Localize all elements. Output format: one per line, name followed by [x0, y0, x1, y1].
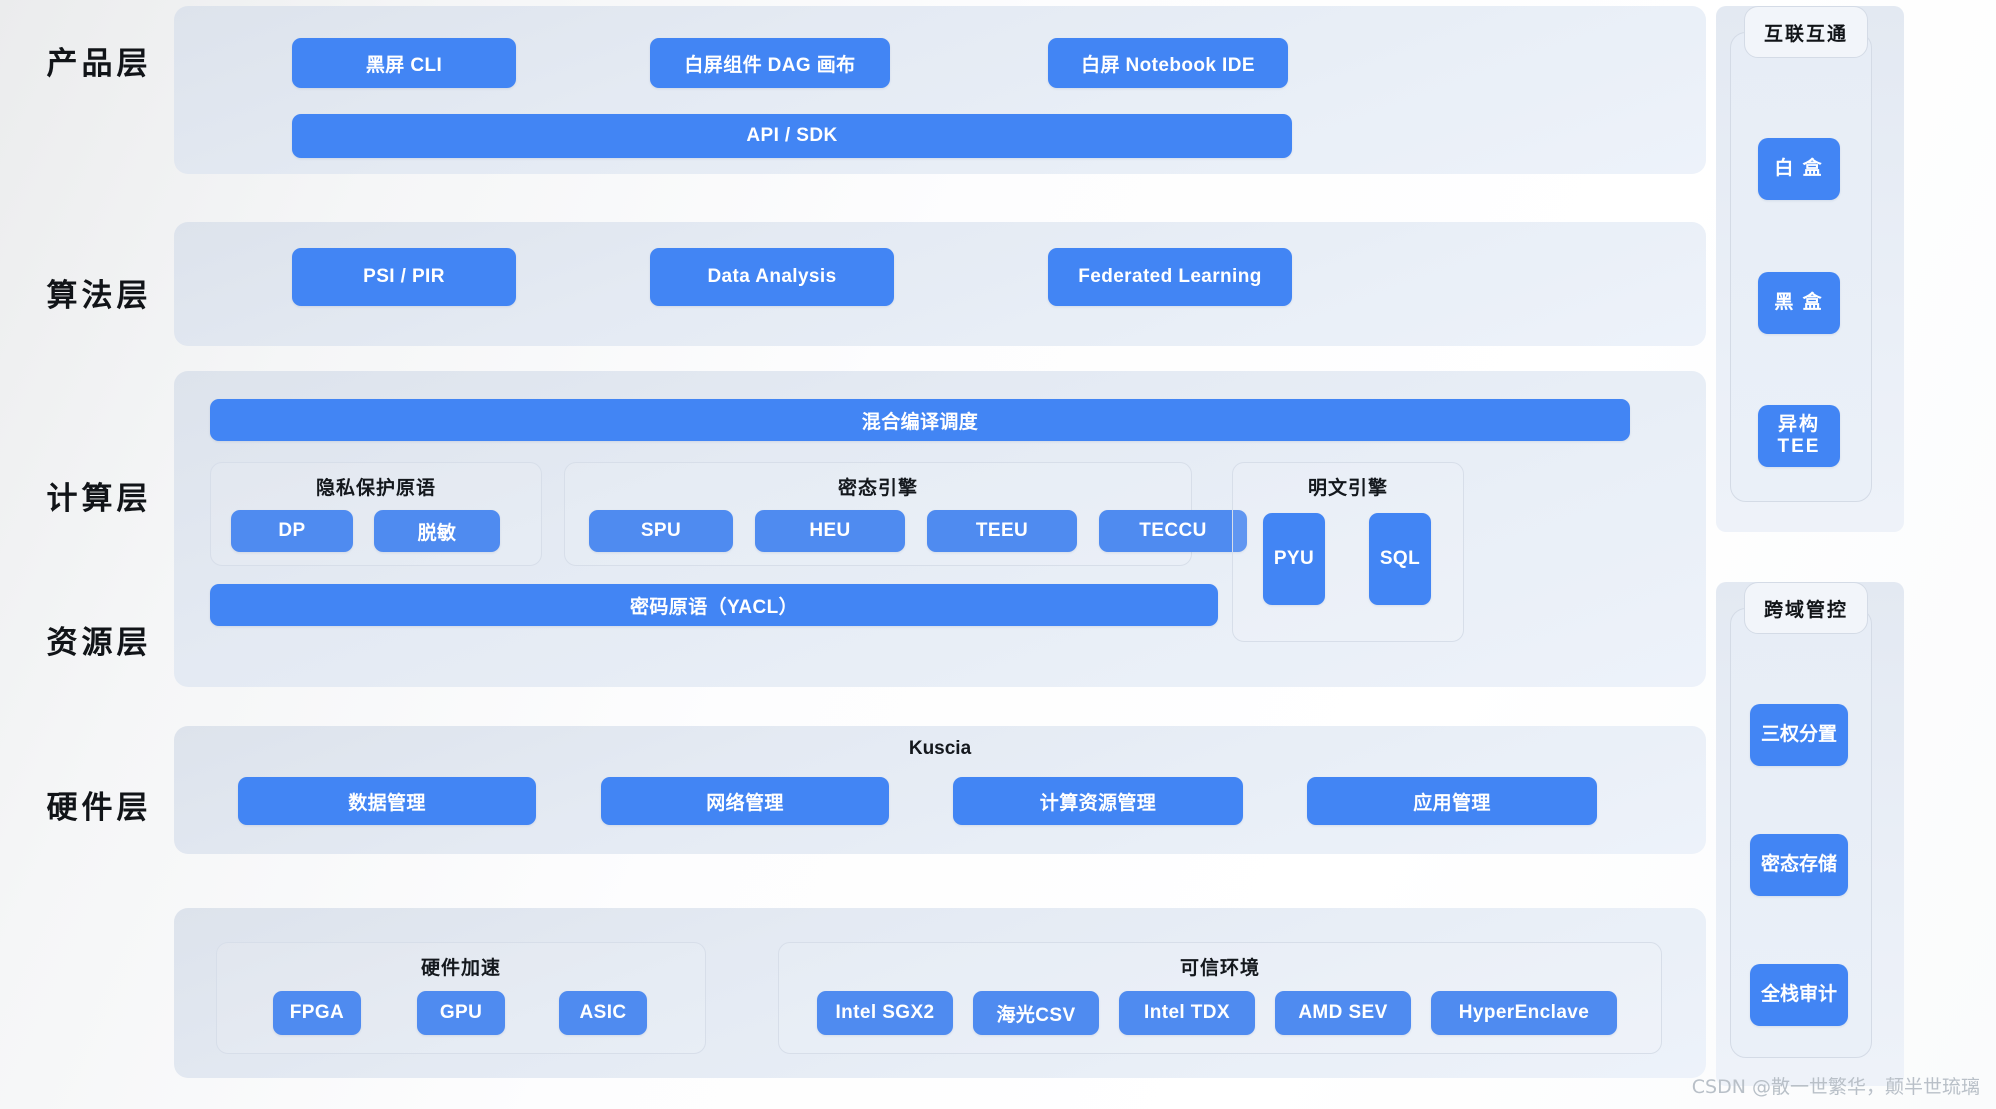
- compute-button-heu[interactable]: HEU: [755, 510, 905, 552]
- hardware-button-hygon-csv[interactable]: 海光CSV: [973, 991, 1099, 1035]
- resource-button-data-management[interactable]: 数据管理: [238, 777, 536, 825]
- compute-button-pyu[interactable]: PYU: [1263, 513, 1325, 605]
- layer-panel-compute: 混合编译调度 隐私保护原语 DP 脱敏 密态引擎 SPU HEU TEEU TE…: [174, 371, 1706, 687]
- hardware-button-amd-sev[interactable]: AMD SEV: [1275, 991, 1411, 1035]
- algorithm-button-psi-pir[interactable]: PSI / PIR: [292, 248, 516, 306]
- resource-button-compute-resource-management[interactable]: 计算资源管理: [953, 777, 1243, 825]
- side-panel-title-interop: 互联互通: [1744, 6, 1868, 58]
- hardware-button-intel-sgx2[interactable]: Intel SGX2: [817, 991, 953, 1035]
- compute-button-spu[interactable]: SPU: [589, 510, 733, 552]
- compute-group-privacy-primitives: 隐私保护原语 DP 脱敏: [210, 462, 542, 566]
- side-button-heterogeneous-tee[interactable]: 异构 TEE: [1758, 405, 1840, 467]
- algorithm-button-federated-learning[interactable]: Federated Learning: [1048, 248, 1292, 306]
- compute-group-plaintext-engine: 明文引擎 PYU SQL: [1232, 462, 1464, 642]
- side-button-full-stack-audit[interactable]: 全栈审计: [1750, 964, 1848, 1026]
- layer-label-resource: 资源层: [46, 625, 152, 660]
- resource-button-network-management[interactable]: 网络管理: [601, 777, 889, 825]
- product-button-notebook-ide[interactable]: 白屏 Notebook IDE: [1048, 38, 1288, 88]
- compute-group-title-privacy-primitives: 隐私保护原语: [315, 478, 436, 499]
- product-button-dag-canvas[interactable]: 白屏组件 DAG 画布: [650, 38, 890, 88]
- side-button-white-box[interactable]: 白 盒: [1758, 138, 1840, 200]
- compute-button-masking[interactable]: 脱敏: [374, 510, 500, 552]
- layer-panel-product: 黑屏 CLI 白屏组件 DAG 画布 白屏 Notebook IDE API /…: [174, 6, 1706, 174]
- compute-button-teeu[interactable]: TEEU: [927, 510, 1077, 552]
- compute-button-dp[interactable]: DP: [231, 510, 353, 552]
- side-button-ciphertext-storage[interactable]: 密态存储: [1750, 834, 1848, 896]
- hardware-button-fpga[interactable]: FPGA: [273, 991, 361, 1035]
- layer-label-algorithm: 算法层: [46, 278, 152, 313]
- side-button-black-box[interactable]: 黑 盒: [1758, 272, 1840, 334]
- hardware-button-hyperenclave[interactable]: HyperEnclave: [1431, 991, 1617, 1035]
- layer-label-hardware: 硬件层: [46, 790, 152, 825]
- side-panel-cross-domain-control: 跨域管控 三权分置 密态存储 全栈审计: [1716, 582, 1916, 1086]
- layer-panel-resource: Kuscia 数据管理 网络管理 计算资源管理 应用管理: [174, 726, 1706, 854]
- resource-button-application-management[interactable]: 应用管理: [1307, 777, 1597, 825]
- layer-panel-algorithm: PSI / PIR Data Analysis Federated Learni…: [174, 222, 1706, 346]
- hardware-group-trusted-environment: 可信环境 Intel SGX2 海光CSV Intel TDX AMD SEV …: [778, 942, 1662, 1054]
- side-panel-title-cross-domain-control: 跨域管控: [1744, 582, 1868, 634]
- side-panel-interop: 互联互通 白 盒 黑 盒 异构 TEE: [1716, 6, 1916, 532]
- resource-title-kuscia: Kuscia: [908, 738, 972, 759]
- compute-group-title-ciphertext-engine: 密态引擎: [837, 478, 918, 499]
- hardware-group-acceleration: 硬件加速 FPGA GPU ASIC: [216, 942, 706, 1054]
- architecture-diagram: 产品层 黑屏 CLI 白屏组件 DAG 画布 白屏 Notebook IDE A…: [0, 0, 1996, 1109]
- product-button-cli[interactable]: 黑屏 CLI: [292, 38, 516, 88]
- side-button-three-rights-separation[interactable]: 三权分置: [1750, 704, 1848, 766]
- compute-button-hybrid-compiler-scheduler[interactable]: 混合编译调度: [210, 399, 1630, 441]
- compute-button-sql[interactable]: SQL: [1369, 513, 1431, 605]
- compute-group-title-plaintext-engine: 明文引擎: [1307, 478, 1388, 499]
- product-button-api-sdk[interactable]: API / SDK: [292, 114, 1292, 158]
- hardware-group-title-acceleration: 硬件加速: [420, 958, 501, 979]
- compute-group-ciphertext-engine: 密态引擎 SPU HEU TEEU TECCU: [564, 462, 1247, 566]
- hardware-group-title-trusted-environment: 可信环境: [1179, 958, 1260, 979]
- algorithm-button-data-analysis[interactable]: Data Analysis: [650, 248, 894, 306]
- compute-button-teccu[interactable]: TECCU: [1099, 510, 1247, 552]
- watermark: CSDN @散一世繁华，颠半世琉璃: [1691, 1076, 1980, 1098]
- layer-label-product: 产品层: [46, 46, 152, 81]
- layer-label-compute: 计算层: [46, 481, 152, 516]
- hardware-button-gpu[interactable]: GPU: [417, 991, 505, 1035]
- hardware-button-intel-tdx[interactable]: Intel TDX: [1119, 991, 1255, 1035]
- compute-button-crypto-primitives-yacl[interactable]: 密码原语（YACL）: [210, 584, 1218, 626]
- layer-panel-hardware: 硬件加速 FPGA GPU ASIC 可信环境 Intel SGX2 海光CSV…: [174, 908, 1706, 1078]
- hardware-button-asic[interactable]: ASIC: [559, 991, 647, 1035]
